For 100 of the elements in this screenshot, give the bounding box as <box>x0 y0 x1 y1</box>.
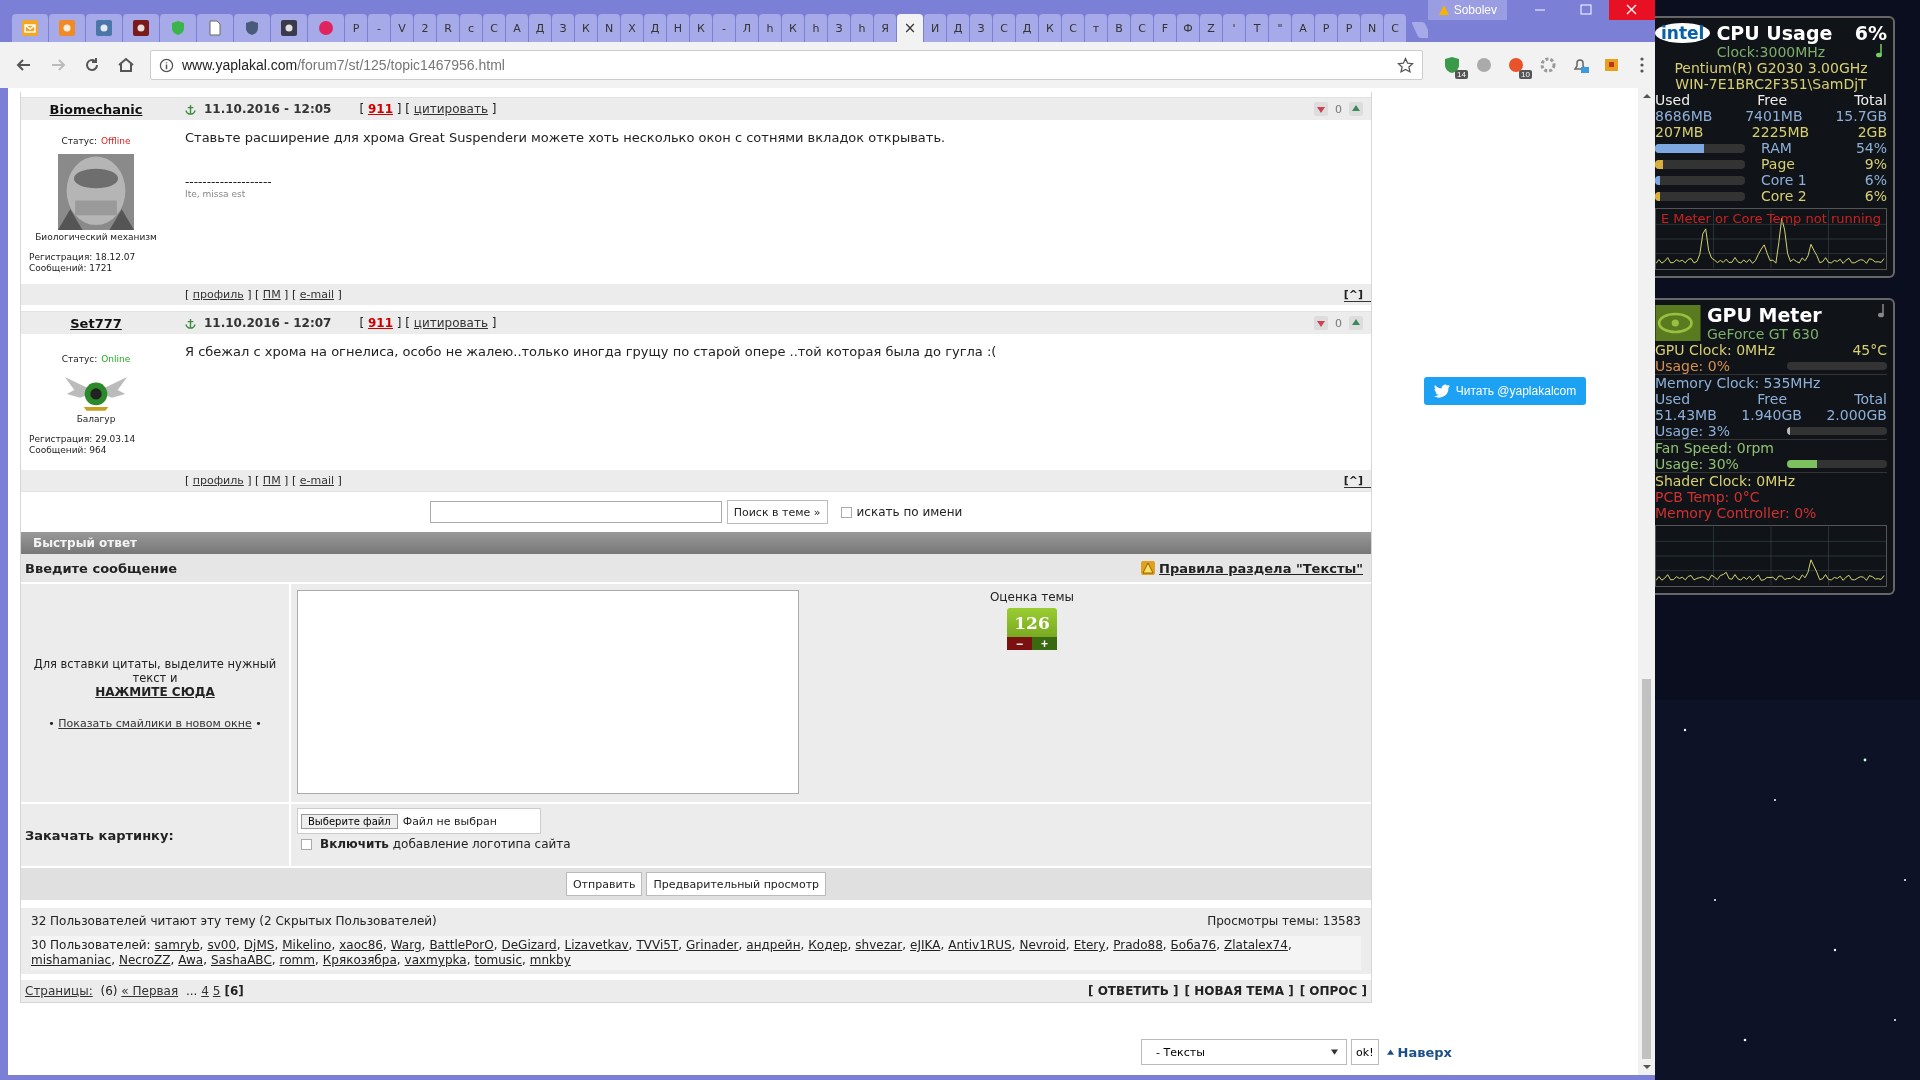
user-link[interactable]: Etery <box>1073 938 1106 952</box>
browser-tab[interactable]: Ф <box>1177 14 1199 42</box>
browser-tab[interactable]: Н <box>667 14 689 42</box>
link[interactable]: Показать смайлики в новом окне <box>58 716 252 730</box>
browser-tab[interactable]: Т <box>1246 14 1268 42</box>
link[interactable]: ПМ <box>262 474 281 487</box>
scroll-top-link[interactable]: [^] <box>1343 473 1371 488</box>
checkbox[interactable] <box>301 838 312 850</box>
user-link[interactable]: Warg <box>390 938 422 952</box>
user-link[interactable]: tomusic <box>474 953 522 967</box>
back-to-top-link[interactable]: Наверх <box>1397 1044 1452 1060</box>
vote-up-button[interactable]: + <box>1032 637 1057 650</box>
thumb-up-icon[interactable] <box>1349 316 1363 330</box>
browser-tab[interactable]: N <box>598 14 620 42</box>
user-link[interactable]: Кодер <box>808 938 848 952</box>
user-link[interactable]: Grinader <box>686 938 739 952</box>
rules-link[interactable]: Правила раздела "Тексты" <box>1159 560 1363 576</box>
browser-tab[interactable]: С <box>1384 14 1406 42</box>
browser-tab[interactable]: h <box>851 14 873 42</box>
user-link[interactable]: Lizavetkav <box>564 938 629 952</box>
section-select[interactable]: - Тексты <box>1141 1039 1348 1065</box>
menu-icon[interactable] <box>1639 56 1645 74</box>
browser-tab[interactable]: С <box>483 14 505 42</box>
browser-tab[interactable]: Л <box>736 14 758 42</box>
choose-file-button[interactable]: Выберите файл <box>301 813 398 829</box>
thumb-up-icon[interactable] <box>1349 102 1363 116</box>
user-link[interactable]: Крякозябра <box>322 953 397 967</box>
browser-tab[interactable]: h <box>805 14 827 42</box>
browser-tab[interactable]: К <box>1039 14 1061 42</box>
browser-tab[interactable]: З <box>552 14 574 42</box>
browser-tab[interactable]: Д <box>947 14 969 42</box>
star-icon[interactable] <box>1397 56 1414 74</box>
user-link[interactable]: romm <box>279 953 315 967</box>
scrollbar-thumb[interactable] <box>1642 679 1651 1059</box>
user-link[interactable]: DeGizard <box>501 938 557 952</box>
browser-tab[interactable]: К <box>690 14 712 42</box>
action-link[interactable]: [ ОТВЕТИТЬ ] <box>1087 984 1179 998</box>
browser-tab[interactable]: V <box>391 14 413 42</box>
author-link[interactable]: Biomechanic <box>49 101 143 117</box>
browser-tab[interactable]: В <box>1108 14 1130 42</box>
shield-icon[interactable] <box>1443 56 1461 74</box>
user-link[interactable]: Prado88 <box>1113 938 1163 952</box>
user-link[interactable]: vaxmypka <box>404 953 467 967</box>
thumb-down-icon[interactable] <box>1314 102 1328 116</box>
link[interactable]: 4 <box>201 984 209 998</box>
browser-tab[interactable]: " <box>1269 14 1291 42</box>
browser-tab[interactable]: R <box>437 14 459 42</box>
user-link[interactable]: Awa <box>178 953 204 967</box>
current-page[interactable]: [6] <box>224 984 244 998</box>
browser-tab[interactable]: Х <box>621 14 643 42</box>
browser-tab[interactable]: ' <box>1223 14 1245 42</box>
home-icon[interactable] <box>116 55 136 75</box>
user-link[interactable]: BattlePorO <box>429 938 494 952</box>
link[interactable]: профиль <box>192 288 244 301</box>
bell-icon[interactable] <box>1571 56 1589 74</box>
browser-tab[interactable]: З <box>828 14 850 42</box>
quote-link[interactable]: НАЖМИТЕ СЮДА <box>95 684 215 699</box>
vote-down-button[interactable]: − <box>1007 637 1032 650</box>
browser-tab[interactable]: - <box>368 14 390 42</box>
link[interactable]: e-mail <box>299 288 334 301</box>
browser-tab[interactable]: А <box>1292 14 1314 42</box>
browser-tab[interactable]: Д <box>1016 14 1038 42</box>
anchor-icon[interactable] <box>185 103 196 115</box>
user-link[interactable]: sv00 <box>207 938 236 952</box>
browser-tab[interactable]: с <box>460 14 482 42</box>
link[interactable]: Страницы: <box>25 984 93 998</box>
user-link[interactable]: андрейн <box>746 938 801 952</box>
link[interactable]: 5 <box>212 984 221 998</box>
browser-tab[interactable] <box>123 14 159 42</box>
browser-tab[interactable]: З <box>970 14 992 42</box>
thumb-down-icon[interactable] <box>1314 316 1328 330</box>
browser-tab[interactable]: × <box>897 14 923 42</box>
browser-tab[interactable]: Д <box>529 14 551 42</box>
author-link[interactable]: Set777 <box>70 315 122 331</box>
go-button[interactable]: ok! <box>1351 1039 1379 1065</box>
browser-tab[interactable]: Я <box>874 14 896 42</box>
browser-tab[interactable]: К <box>575 14 597 42</box>
submit-button[interactable]: Отправить <box>565 872 643 896</box>
browser-tab[interactable]: F <box>1154 14 1176 42</box>
browser-tab[interactable]: - <box>713 14 735 42</box>
scroll-up-icon[interactable] <box>1641 92 1652 100</box>
user-link[interactable]: shvezar <box>855 938 903 952</box>
scroll-top-link[interactable]: [^] <box>1343 287 1371 302</box>
action-link[interactable]: [ НОВАЯ ТЕМА ] <box>1184 984 1294 998</box>
action-link[interactable]: [ ОПРОС ] <box>1299 984 1367 998</box>
report-link[interactable]: 911 <box>367 316 393 330</box>
user-link[interactable]: TVVi5T <box>636 938 679 952</box>
user-link[interactable]: SashaABC <box>210 953 272 967</box>
circle-icon[interactable] <box>1507 56 1525 74</box>
browser-tab[interactable]: Р <box>1338 14 1360 42</box>
scroll-down-icon[interactable] <box>1641 1063 1652 1071</box>
browser-tab[interactable]: Р <box>345 14 367 42</box>
link[interactable]: e-mail <box>299 474 334 487</box>
preview-button[interactable]: Предварительный просмотр <box>646 872 827 896</box>
link[interactable]: « Первая <box>121 984 179 998</box>
link[interactable]: цитировать <box>413 316 489 330</box>
user-link[interactable]: Antiv1RUS <box>948 938 1012 952</box>
user-link[interactable]: Zlatalex74 <box>1224 938 1288 952</box>
search-button[interactable]: Поиск в теме » <box>726 500 828 524</box>
browser-tab[interactable]: Z <box>1200 14 1222 42</box>
